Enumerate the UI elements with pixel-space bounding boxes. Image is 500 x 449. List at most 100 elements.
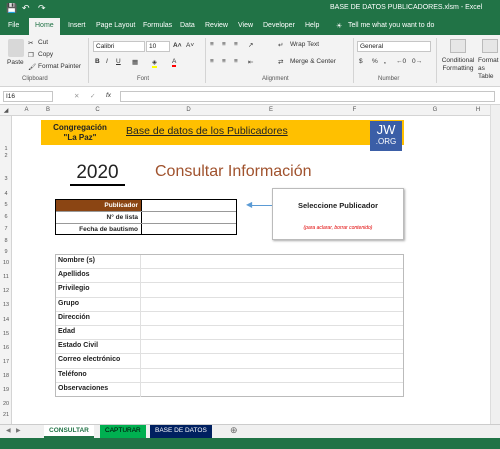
field-value[interactable]: [140, 269, 403, 284]
decrease-decimal-icon[interactable]: 0→: [412, 58, 422, 65]
column-header[interactable]: H: [466, 107, 490, 113]
num-lista-value[interactable]: [141, 212, 236, 223]
tab-formulas[interactable]: Formulas: [143, 22, 172, 29]
font-size-select[interactable]: 10: [146, 41, 170, 52]
select-all-corner[interactable]: ◢: [0, 107, 12, 114]
row-header[interactable]: 12: [0, 288, 12, 294]
vertical-scrollbar[interactable]: [490, 105, 500, 424]
selector-note[interactable]: Seleccione Publicador (para aclarar, bor…: [272, 188, 404, 240]
row-header[interactable]: 9: [0, 249, 12, 255]
row-header[interactable]: 16: [0, 345, 12, 351]
fecha-bautismo-value[interactable]: [141, 224, 236, 235]
field-value[interactable]: [140, 326, 403, 340]
enter-icon[interactable]: ✓: [90, 92, 95, 100]
orientation-icon[interactable]: ↗: [248, 41, 253, 49]
field-value[interactable]: [140, 382, 403, 397]
field-value[interactable]: [140, 354, 403, 369]
name-box[interactable]: I16: [3, 91, 53, 102]
percent-icon[interactable]: %: [372, 58, 378, 65]
copy-icon[interactable]: ❐: [28, 51, 34, 59]
increase-decimal-icon[interactable]: ←0: [396, 58, 406, 65]
field-value[interactable]: [140, 255, 403, 269]
bold-icon[interactable]: B: [95, 58, 100, 65]
row-header[interactable]: 3: [0, 176, 12, 182]
row-header[interactable]: 5: [0, 202, 12, 208]
align-center-icon[interactable]: ≡: [222, 58, 226, 65]
merge-center-button[interactable]: Merge & Center: [290, 58, 336, 65]
fill-color-icon[interactable]: ◈: [152, 58, 157, 68]
next-sheet-icon[interactable]: ▶: [16, 427, 21, 434]
format-painter-button[interactable]: Format Painter: [38, 63, 81, 70]
field-value[interactable]: [140, 368, 403, 383]
format-painter-icon[interactable]: 🖌: [28, 63, 36, 71]
format-table-icon[interactable]: [482, 39, 498, 53]
font-name-select[interactable]: Calibri: [93, 41, 145, 52]
sheet-tab-base-datos[interactable]: BASE DE DATOS: [150, 425, 212, 438]
row-header[interactable]: 10: [0, 260, 12, 266]
row-header[interactable]: 4: [0, 191, 12, 197]
tab-file[interactable]: File: [8, 22, 19, 29]
sheet-tab-capturar[interactable]: CAPTURAR: [100, 425, 146, 438]
column-header[interactable]: G: [404, 107, 466, 113]
row-header[interactable]: 7: [0, 226, 12, 232]
publicador-input[interactable]: [141, 200, 236, 211]
tab-developer[interactable]: Developer: [263, 22, 295, 29]
redo-icon[interactable]: ↷: [38, 3, 46, 14]
row-header[interactable]: 17: [0, 359, 12, 365]
comma-icon[interactable]: ,: [384, 58, 386, 65]
align-bottom-icon[interactable]: ≡: [234, 41, 238, 48]
column-header[interactable]: E: [237, 107, 305, 113]
underline-icon[interactable]: U: [116, 58, 121, 65]
row-header[interactable]: 19: [0, 387, 12, 393]
indent-icon[interactable]: ⇤: [248, 58, 253, 66]
save-icon[interactable]: 💾: [6, 3, 17, 14]
column-header[interactable]: F: [305, 107, 404, 113]
prev-sheet-icon[interactable]: ◀: [6, 427, 11, 434]
field-value[interactable]: [140, 283, 403, 298]
row-header[interactable]: 2: [0, 153, 12, 159]
font-color-icon[interactable]: A: [172, 58, 177, 67]
tab-home[interactable]: Home: [29, 18, 60, 35]
row-header[interactable]: 18: [0, 373, 12, 379]
tab-review[interactable]: Review: [205, 22, 228, 29]
paste-icon[interactable]: [8, 39, 24, 57]
copy-button[interactable]: Copy: [38, 51, 53, 58]
borders-icon[interactable]: ▦: [132, 58, 138, 66]
row-header[interactable]: 8: [0, 238, 12, 244]
tab-help[interactable]: Help: [305, 22, 319, 29]
align-right-icon[interactable]: ≡: [234, 58, 238, 65]
fx-icon[interactable]: fx: [106, 92, 111, 99]
tab-insert[interactable]: Insert: [68, 22, 86, 29]
wrap-text-button[interactable]: Wrap Text: [290, 41, 319, 48]
cancel-icon[interactable]: ✕: [74, 92, 79, 100]
tell-me-box[interactable]: Tell me what you want to do: [348, 22, 434, 29]
column-header[interactable]: D: [140, 107, 237, 113]
column-header[interactable]: B: [41, 107, 55, 113]
undo-icon[interactable]: ↶: [22, 3, 30, 14]
row-header[interactable]: 14: [0, 317, 12, 323]
align-top-icon[interactable]: ≡: [210, 41, 214, 48]
row-header[interactable]: 15: [0, 331, 12, 337]
currency-icon[interactable]: $: [359, 58, 363, 65]
row-header[interactable]: 13: [0, 302, 12, 308]
conditional-formatting-button[interactable]: Conditional Formatting: [440, 57, 476, 73]
field-value[interactable]: [140, 297, 403, 312]
field-value[interactable]: [140, 311, 403, 326]
tab-view[interactable]: View: [238, 22, 253, 29]
field-value[interactable]: [140, 340, 403, 355]
align-left-icon[interactable]: ≡: [210, 58, 214, 65]
tab-data[interactable]: Data: [180, 22, 195, 29]
number-format-select[interactable]: General: [357, 41, 431, 52]
row-header[interactable]: 6: [0, 214, 12, 220]
italic-icon[interactable]: I: [106, 58, 108, 65]
sheet-tab-consultar[interactable]: CONSULTAR: [44, 425, 94, 438]
tab-page-layout[interactable]: Page Layout: [96, 22, 135, 29]
row-header[interactable]: 1: [0, 146, 12, 152]
column-header[interactable]: A: [12, 107, 41, 113]
row-header[interactable]: 21: [0, 412, 12, 418]
row-header[interactable]: 20: [0, 401, 12, 407]
grow-font-icon[interactable]: A˄: [173, 42, 182, 49]
merge-icon[interactable]: ⇄: [278, 58, 283, 66]
cut-icon[interactable]: ✂: [28, 39, 33, 47]
wrap-text-icon[interactable]: ↵: [278, 41, 283, 49]
